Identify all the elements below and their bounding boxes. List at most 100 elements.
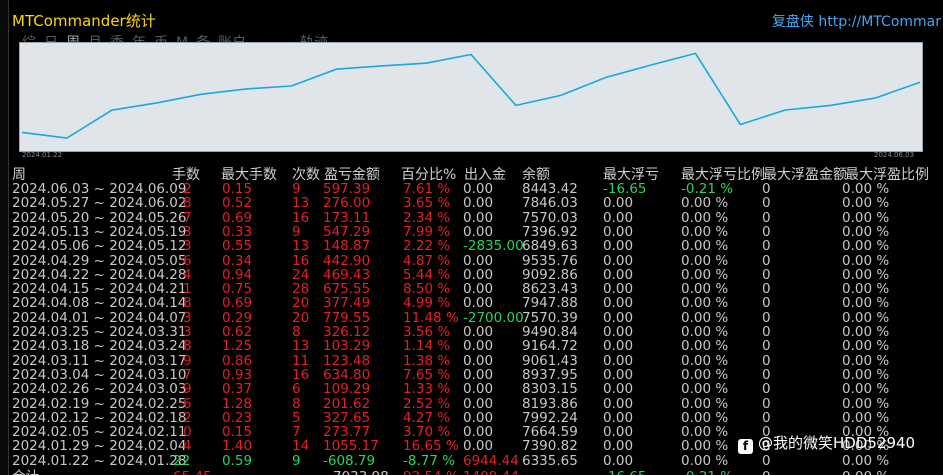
cell-pnl: 173.11 xyxy=(323,209,371,226)
cell-week: 2024.05.27 ~ 2024.06.02 xyxy=(12,195,187,212)
cell-max-float-profit: 0 xyxy=(762,352,771,369)
cell-max-lots: 1.25 xyxy=(222,338,253,355)
cell-week: 2024.03.04 ~ 2024.03.10 xyxy=(12,366,187,383)
cell-count: 16 xyxy=(292,252,310,269)
cell-max-lots: 0.59 xyxy=(222,452,253,469)
cell-max-float-profit: 0 xyxy=(762,309,771,326)
cell-count: 8 xyxy=(292,324,301,340)
cell-max-float-loss-pct: 0.00 % xyxy=(681,395,729,412)
cell-week: 2024.03.25 ~ 2024.03.31 xyxy=(12,324,187,340)
cell-percent: 4.87 % xyxy=(403,252,451,269)
cell-max-float-profit: 0 xyxy=(762,409,771,426)
cell-lots: 22 xyxy=(173,452,191,469)
cell-balance: 6335.65 xyxy=(522,452,578,469)
cell-week: 2024.04.15 ~ 2024.04.21 xyxy=(12,281,187,298)
cell-lots: 4 xyxy=(183,438,192,455)
cell-pnl: 634.80 xyxy=(323,366,371,383)
totals-max-float-loss-pct: -0.21 % xyxy=(681,470,733,475)
cell-max-float-loss: 0.00 xyxy=(603,309,634,326)
chart-start-date: 2024.01.22 xyxy=(22,151,63,159)
cell-pnl: 442.90 xyxy=(323,252,371,269)
cell-percent: 2.52 % xyxy=(403,395,451,412)
cell-balance: 8303.15 xyxy=(522,381,578,398)
cell-balance: 7570.39 xyxy=(522,309,578,326)
cell-lots: 7 xyxy=(183,366,192,383)
brand-link[interactable]: 复盘侠 http://MTCommar xyxy=(772,11,941,31)
cell-max-lots: 0.15 xyxy=(222,424,253,441)
cell-balance: 9164.72 xyxy=(522,338,578,355)
cell-max-float-loss: 0.00 xyxy=(603,409,634,426)
cell-max-lots: 0.94 xyxy=(222,266,253,283)
cell-cash-flow: -2700.00 xyxy=(463,309,524,326)
cell-max-float-profit-pct: 0.00 % xyxy=(842,252,890,269)
cell-cash-flow: 0.00 xyxy=(463,324,494,340)
cell-cash-flow: 0.00 xyxy=(463,438,494,455)
cell-lots: 4 xyxy=(183,266,192,283)
column-header-10[interactable]: 最大浮盈金额 xyxy=(763,167,847,183)
totals-lots: 65.45 xyxy=(173,470,212,475)
cell-max-lots: 1.40 xyxy=(222,438,253,455)
cell-max-float-profit-pct: 0.00 % xyxy=(842,238,890,255)
cell-lots: 1 xyxy=(183,281,192,298)
equity-line xyxy=(21,52,921,139)
cell-pnl: 276.00 xyxy=(323,195,371,212)
cell-lots: 6 xyxy=(183,252,192,269)
cell-max-lots: 0.34 xyxy=(222,252,253,269)
cell-week: 2024.03.11 ~ 2024.03.17 xyxy=(12,352,187,369)
cell-balance: 8623.43 xyxy=(522,281,578,298)
cell-pnl: 273.77 xyxy=(323,424,371,441)
cell-pnl: 103.29 xyxy=(323,338,371,355)
cell-max-float-profit: 0 xyxy=(762,366,771,383)
cell-max-lots: 0.62 xyxy=(222,324,253,340)
cell-balance: 8443.42 xyxy=(522,181,578,197)
cell-max-float-profit-pct: 0.00 % xyxy=(842,223,890,240)
cell-percent: 7.61 % xyxy=(403,181,451,197)
cell-cash-flow: 0.00 xyxy=(463,195,494,212)
cell-balance: 7396.92 xyxy=(522,223,578,240)
cell-count: 13 xyxy=(292,338,310,355)
cell-count: 9 xyxy=(292,181,301,197)
cell-max-float-loss-pct: -0.21 % xyxy=(681,181,734,197)
cell-count: 9 xyxy=(292,223,301,240)
cell-percent: 3.65 % xyxy=(403,195,451,212)
cell-count: 13 xyxy=(292,195,310,212)
totals-max-float-loss: -16.65 xyxy=(603,470,647,475)
cell-max-float-loss: 0.00 xyxy=(603,352,634,369)
cell-balance: 6849.63 xyxy=(522,238,578,255)
totals-max-float-profit: 0 xyxy=(762,470,771,475)
cell-week: 2024.05.06 ~ 2024.05.12 xyxy=(12,238,187,255)
cell-max-float-profit: 0 xyxy=(762,195,771,212)
totals-label: 合计 xyxy=(12,470,39,475)
cell-max-float-profit: 0 xyxy=(762,252,771,269)
chart-end-date: 2024.06.03 xyxy=(874,151,915,159)
cell-max-lots: 0.75 xyxy=(222,281,253,298)
cell-cash-flow: 0.00 xyxy=(463,424,494,441)
cell-lots: 9 xyxy=(183,381,192,398)
cell-max-float-loss: 0.00 xyxy=(603,366,634,383)
cell-max-float-loss-pct: 0.00 % xyxy=(681,424,729,441)
cell-max-lots: 0.15 xyxy=(222,181,253,197)
cell-max-float-profit-pct: 0.00 % xyxy=(842,352,890,369)
cell-max-lots: 0.33 xyxy=(222,223,253,240)
cell-week: 2024.04.08 ~ 2024.04.14 xyxy=(12,295,187,312)
cell-max-float-loss-pct: 0.00 % xyxy=(681,281,729,298)
cell-max-float-loss-pct: 0.00 % xyxy=(681,381,729,398)
cell-pnl: 326.12 xyxy=(323,324,371,340)
cell-percent: 1.14 % xyxy=(403,338,451,355)
cell-max-float-loss: 0.00 xyxy=(603,252,634,269)
cell-max-lots: 0.23 xyxy=(222,409,253,426)
cell-cash-flow: 0.00 xyxy=(463,338,494,355)
cell-cash-flow: 0.00 xyxy=(463,252,494,269)
cell-max-float-profit: 0 xyxy=(762,181,771,197)
cell-cash-flow: 0.00 xyxy=(463,366,494,383)
cell-max-float-loss: -16.65 xyxy=(603,181,647,197)
cell-cash-flow: 0.00 xyxy=(463,223,494,240)
cell-balance: 7570.03 xyxy=(522,209,578,226)
cell-count: 28 xyxy=(292,281,310,298)
cell-max-float-profit-pct: 0.00 % xyxy=(842,209,890,226)
cell-max-float-loss: 0.00 xyxy=(603,424,634,441)
cell-pnl: 148.87 xyxy=(323,238,371,255)
cell-max-float-loss-pct: 0.00 % xyxy=(681,409,729,426)
cell-pnl: 469.43 xyxy=(323,266,371,283)
cell-count: 13 xyxy=(292,238,310,255)
